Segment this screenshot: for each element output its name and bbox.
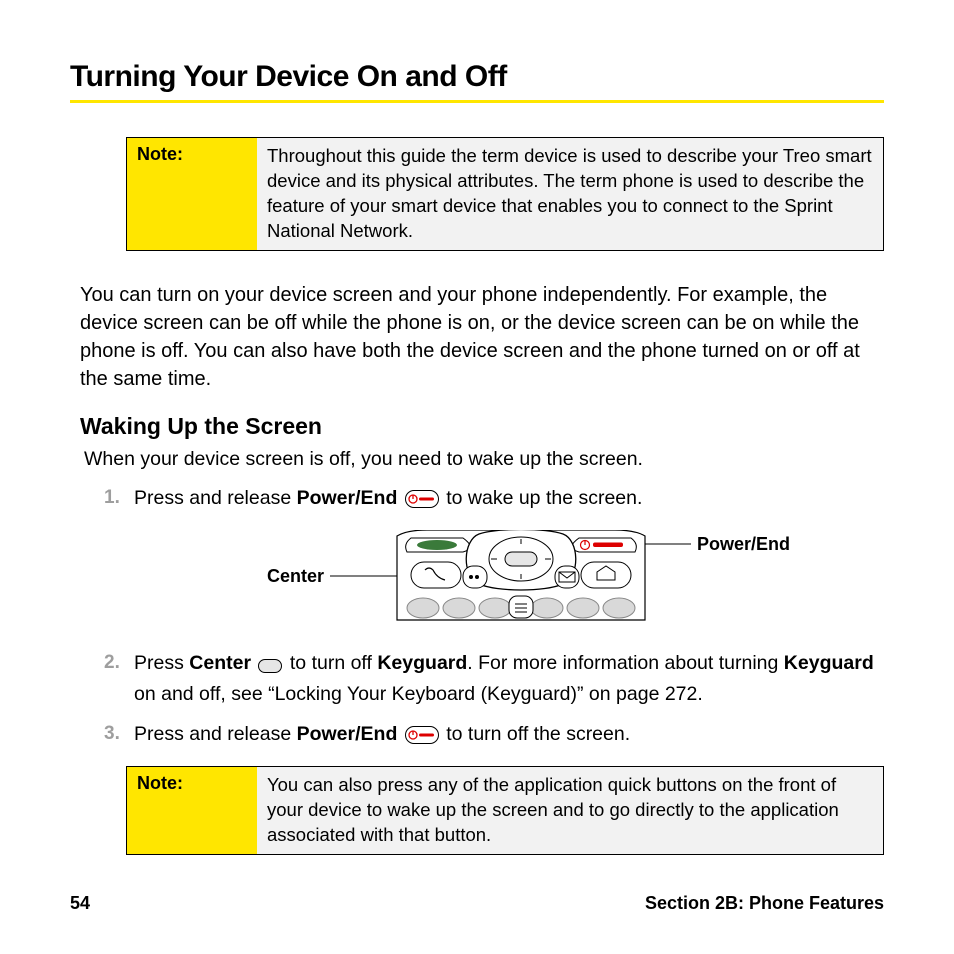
note-box-2: Note: You can also press any of the appl… [126,766,884,855]
steps-list-cont: Press Center to turn off Keyguard. For m… [104,650,884,752]
callout-center-label: Center [267,566,324,587]
page-title: Turning Your Device On and Off [70,60,884,94]
title-rule [70,100,884,103]
step-text: Press and release [134,723,297,745]
power-end-icon [405,489,439,516]
center-button-icon [258,654,282,681]
diagram-container: Center Power/End [70,530,884,626]
subheading: Waking Up the Screen [80,413,884,440]
page-number: 54 [70,893,90,914]
keyguard-label-2: Keyguard [784,652,874,674]
step-text: Press [134,652,189,674]
step-1: Press and release Power/End to wake up t… [104,485,884,516]
step-text: Press and release [134,487,297,509]
page: Turning Your Device On and Off Note: Thr… [0,0,954,954]
diagram-svg [167,530,787,626]
note-text-2: You can also press any of the applicatio… [257,767,883,854]
device-diagram: Center Power/End [167,530,787,626]
step-text: . For more information about turning [467,652,784,674]
section-label: Section 2B: Phone Features [645,893,884,914]
note-label: Note: [127,138,257,250]
note-text: Throughout this guide the term device is… [257,138,883,250]
step-3: Press and release Power/End to turn off … [104,721,884,752]
steps-list: Press and release Power/End to wake up t… [104,485,884,516]
step-text: to wake up the screen. [446,487,642,509]
power-end-label-2: Power/End [297,723,398,745]
power-end-icon-2 [405,725,439,752]
center-label: Center [189,652,251,674]
lead-paragraph: When your device screen is off, you need… [84,448,884,471]
step-2: Press Center to turn off Keyguard. For m… [104,650,884,709]
step-text: on and off, see “Locking Your Keyboard (… [134,683,703,705]
step-text: to turn off the screen. [446,723,630,745]
power-end-label: Power/End [297,487,398,509]
keyguard-label: Keyguard [377,652,467,674]
intro-paragraph: You can turn on your device screen and y… [80,281,884,393]
step-text: to turn off [290,652,377,674]
note-label-2: Note: [127,767,257,854]
callout-power-end-label: Power/End [697,534,790,555]
page-footer: 54 Section 2B: Phone Features [70,893,884,914]
note-box-1: Note: Throughout this guide the term dev… [126,137,884,251]
